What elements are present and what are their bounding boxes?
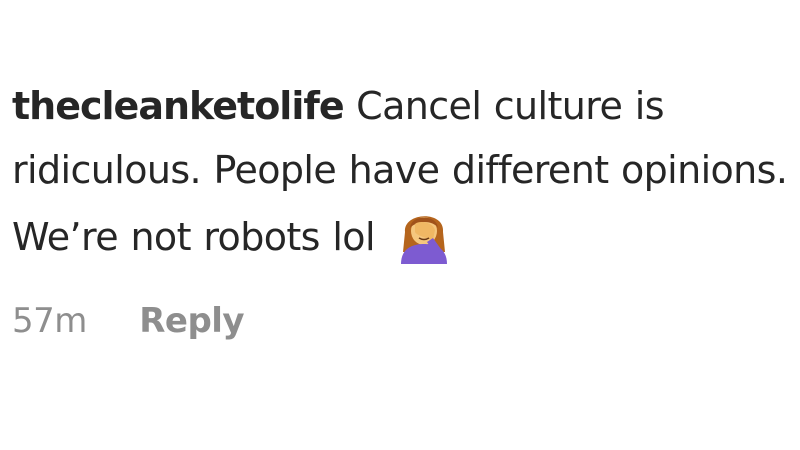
reply-button[interactable]: Reply — [139, 299, 244, 343]
comment-body: thecleanketolife Cancel culture is ridic… — [12, 74, 798, 269]
comment-username[interactable]: thecleanketolife — [12, 84, 345, 128]
comment-meta: 57m Reply — [12, 299, 798, 343]
woman-facepalming-icon — [393, 202, 455, 264]
comment-timestamp: 57m — [12, 301, 87, 341]
comment-item: thecleanketolife Cancel culture is ridic… — [12, 74, 798, 343]
